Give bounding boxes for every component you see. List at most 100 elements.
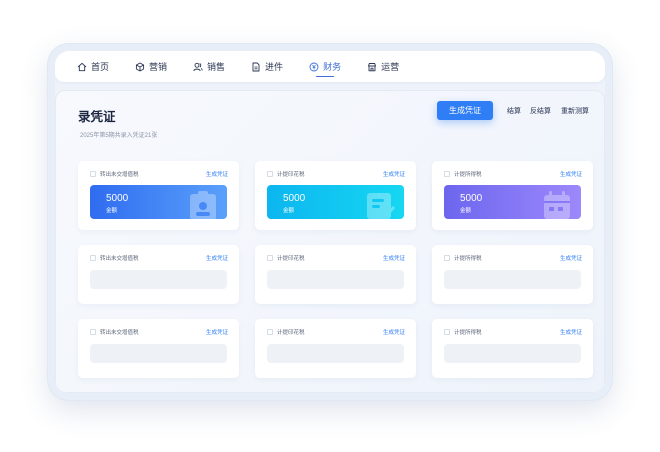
card-checkbox[interactable] xyxy=(444,329,450,335)
amount-label: 金额 xyxy=(106,208,118,214)
clipboard-icon xyxy=(190,191,216,219)
nav-item-label: 财务 xyxy=(323,62,342,72)
unsettle-button[interactable]: 反结算 xyxy=(530,106,551,116)
voucher-card: 计提印花税 生成凭证 xyxy=(255,245,416,304)
content-placeholder xyxy=(90,270,227,289)
amount-summary: 5000 金额 xyxy=(267,185,404,219)
users-icon xyxy=(193,62,203,71)
card-title: 计提印花税 xyxy=(277,172,305,178)
recalculate-button[interactable]: 重新测算 xyxy=(561,106,589,116)
document-icon xyxy=(252,62,260,71)
card-checkbox[interactable] xyxy=(267,255,273,261)
card-header: 计提所得税 生成凭证 xyxy=(444,253,582,263)
generate-voucher-link[interactable]: 生成凭证 xyxy=(560,170,582,178)
card-checkbox[interactable] xyxy=(90,329,96,335)
generate-voucher-button[interactable]: 生成凭证 xyxy=(437,101,493,120)
nav-item-marketing[interactable]: 营销 xyxy=(135,51,167,82)
card-title: 计提印花税 xyxy=(277,330,305,336)
generate-voucher-link[interactable]: 生成凭证 xyxy=(560,254,582,262)
card-label: 计提印花税 xyxy=(267,170,305,178)
card-title: 转出未交增值税 xyxy=(100,330,139,336)
card-title: 计提所得税 xyxy=(454,330,482,336)
card-checkbox[interactable] xyxy=(444,171,450,177)
voucher-card: 转出未交增值税 生成凭证 5000 金额 xyxy=(78,161,239,230)
card-label: 转出未交增值税 xyxy=(90,254,139,262)
card-header: 转出未交增值税 生成凭证 xyxy=(90,169,228,179)
amount-label: 金额 xyxy=(460,208,472,214)
generate-voucher-link[interactable]: 生成凭证 xyxy=(206,254,228,262)
voucher-card: 计提所得税 生成凭证 xyxy=(432,319,593,378)
nav-item-label: 进件 xyxy=(265,62,284,72)
card-checkbox[interactable] xyxy=(90,255,96,261)
finance-icon xyxy=(309,62,319,71)
card-label: 转出未交增值税 xyxy=(90,170,139,178)
content-placeholder xyxy=(90,344,227,363)
nav-item-label: 销售 xyxy=(207,62,226,72)
card-checkbox[interactable] xyxy=(444,255,450,261)
card-label: 计提印花税 xyxy=(267,328,305,336)
page-title: 录凭证 xyxy=(78,110,116,124)
nav-item-label: 运营 xyxy=(381,62,400,72)
card-title: 计提印花税 xyxy=(277,256,305,262)
card-header: 计提印花税 生成凭证 xyxy=(267,253,405,263)
voucher-panel: 录凭证 2025年第5期共录入凭证21张 生成凭证 结算 反结算 重新测算 转出… xyxy=(55,90,605,393)
voucher-card: 计提印花税 生成凭证 xyxy=(255,319,416,378)
voucher-card: 计提所得税 生成凭证 5000 金额 xyxy=(432,161,593,230)
voucher-card: 转出未交增值税 生成凭证 xyxy=(78,245,239,304)
generate-voucher-link[interactable]: 生成凭证 xyxy=(383,254,405,262)
nav-item-home[interactable]: 首页 xyxy=(77,51,109,82)
card-label: 计提所得税 xyxy=(444,328,482,336)
content-placeholder xyxy=(267,344,404,363)
card-header: 转出未交增值税 生成凭证 xyxy=(90,253,228,263)
card-label: 计提印花税 xyxy=(267,254,305,262)
card-title: 转出未交增值税 xyxy=(100,172,139,178)
amount-summary: 5000 金额 xyxy=(90,185,227,219)
home-icon xyxy=(77,62,87,71)
amount-value: 5000 xyxy=(283,193,306,204)
content-placeholder xyxy=(444,270,581,289)
device-frame: 首页 营销 销售 进件 财务 运营 录凭证 2025年第5期共录入凭证21张 生… xyxy=(47,43,613,401)
card-checkbox[interactable] xyxy=(90,171,96,177)
document-check-icon xyxy=(367,193,396,219)
card-title: 计提所得税 xyxy=(454,256,482,262)
card-checkbox[interactable] xyxy=(267,329,273,335)
nav-item-onboarding[interactable]: 进件 xyxy=(251,51,283,82)
settle-button[interactable]: 结算 xyxy=(507,106,521,116)
content-placeholder xyxy=(444,344,581,363)
card-header: 计提所得税 生成凭证 xyxy=(444,169,582,179)
page-subtitle: 2025年第5期共录入凭证21张 xyxy=(80,133,158,139)
card-header: 计提所得税 生成凭证 xyxy=(444,327,582,337)
voucher-card: 转出未交增值税 生成凭证 xyxy=(78,319,239,378)
store-icon xyxy=(368,62,377,71)
card-label: 计提所得税 xyxy=(444,254,482,262)
generate-voucher-link[interactable]: 生成凭证 xyxy=(206,170,228,178)
generate-voucher-link[interactable]: 生成凭证 xyxy=(383,170,405,178)
nav-item-sales[interactable]: 销售 xyxy=(193,51,225,82)
generate-voucher-link[interactable]: 生成凭证 xyxy=(206,328,228,336)
amount-value: 5000 xyxy=(460,193,483,204)
nav-item-label: 首页 xyxy=(91,62,110,72)
generate-voucher-link[interactable]: 生成凭证 xyxy=(383,328,405,336)
cube-icon xyxy=(135,62,145,71)
card-checkbox[interactable] xyxy=(267,171,273,177)
card-header: 转出未交增值税 生成凭证 xyxy=(90,327,228,337)
card-title: 转出未交增值税 xyxy=(100,256,139,262)
amount-value: 5000 xyxy=(106,193,129,204)
card-header: 计提印花税 生成凭证 xyxy=(267,327,405,337)
top-nav: 首页 营销 销售 进件 财务 运营 xyxy=(55,51,605,82)
nav-item-finance[interactable]: 财务 xyxy=(309,51,341,82)
card-label: 转出未交增值税 xyxy=(90,328,139,336)
app-screen: 首页 营销 销售 进件 财务 运营 录凭证 2025年第5期共录入凭证21张 生… xyxy=(55,51,605,393)
amount-summary: 5000 金额 xyxy=(444,185,581,219)
nav-item-operations[interactable]: 运营 xyxy=(367,51,399,82)
voucher-card: 计提印花税 生成凭证 5000 金额 xyxy=(255,161,416,230)
calendar-icon xyxy=(544,191,570,219)
card-title: 计提所得税 xyxy=(454,172,482,178)
card-label: 计提所得税 xyxy=(444,170,482,178)
amount-label: 金额 xyxy=(283,208,295,214)
generate-voucher-link[interactable]: 生成凭证 xyxy=(560,328,582,336)
nav-item-label: 营销 xyxy=(149,62,168,72)
content-placeholder xyxy=(267,270,404,289)
card-header: 计提印花税 生成凭证 xyxy=(267,169,405,179)
voucher-card: 计提所得税 生成凭证 xyxy=(432,245,593,304)
